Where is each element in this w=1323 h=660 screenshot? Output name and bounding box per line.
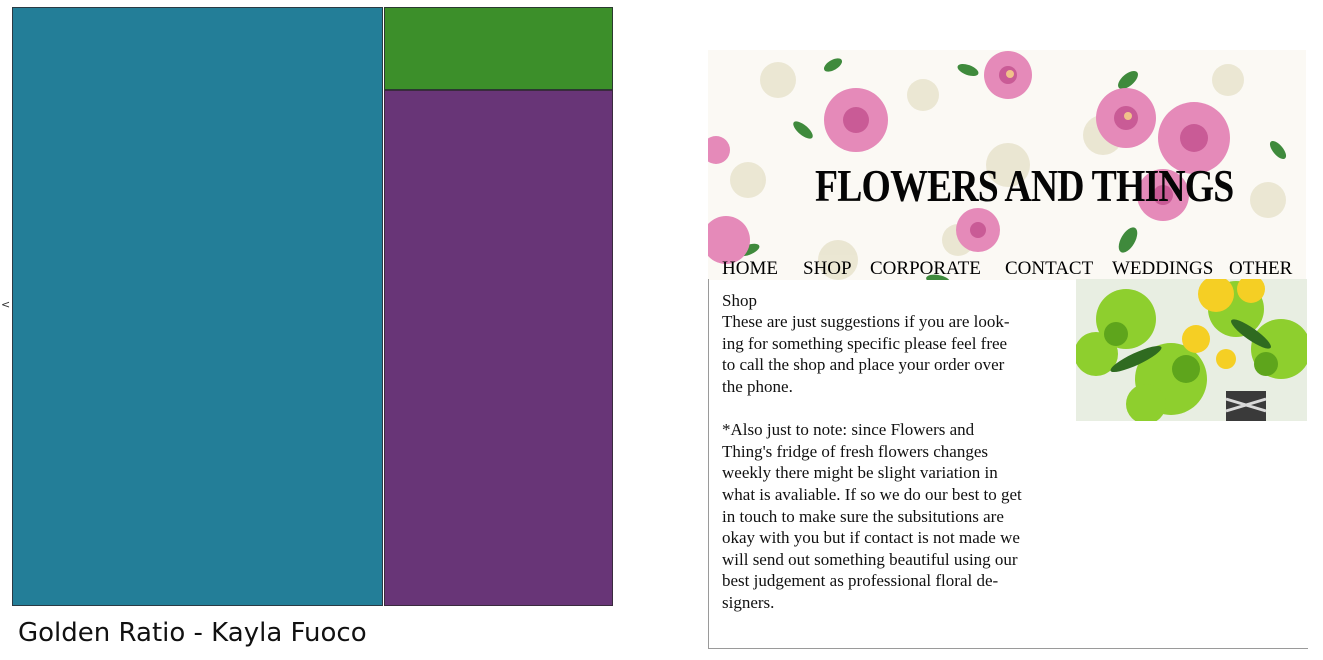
paragraph-line: Thing's fridge of fresh flowers changes: [722, 442, 989, 461]
paragraph-line: These are just suggestions if you are lo…: [722, 312, 1010, 331]
golden-ratio-teal-block: [12, 7, 383, 606]
nav-shop[interactable]: SHOP: [803, 259, 852, 279]
paragraph-line: will send out something beautiful using …: [722, 550, 1018, 569]
nav-corporate[interactable]: CORPORATE: [870, 259, 981, 279]
paragraph-line: weekly there might be slight variation i…: [722, 463, 998, 482]
nav-home[interactable]: HOME: [722, 259, 778, 279]
caption: Golden Ratio - Kayla Fuoco: [18, 618, 367, 648]
nav-other[interactable]: OTHER: [1229, 259, 1292, 279]
flower-arrangement-photo: [1076, 279, 1307, 421]
nav-weddings[interactable]: WEDDINGS: [1112, 259, 1213, 279]
paragraph-line: in touch to make sure the subsitutions a…: [722, 507, 1004, 526]
section-title: Shop: [722, 291, 757, 310]
paragraph-line: ing for something specific please feel f…: [722, 334, 1008, 353]
paragraph-line: what is avaliable. If so we do our best …: [722, 485, 1022, 504]
paragraph-line: signers.: [722, 593, 775, 612]
caret-marker: <: [1, 298, 11, 311]
site-title: FLOWERS AND THINGS: [815, 160, 1234, 211]
paragraph-line: best judgement as professional floral de…: [722, 571, 999, 590]
golden-ratio-purple-block: [384, 90, 613, 606]
paragraph-line: okay with you but if contact is not made…: [722, 528, 1020, 547]
paragraph-line: *Also just to note: since Flowers and: [722, 420, 975, 439]
paragraph-line: the phone.: [722, 377, 793, 396]
nav-contact[interactable]: CONTACT: [1005, 259, 1093, 279]
golden-ratio-green-block: [384, 7, 613, 90]
paragraph-line: to call the shop and place your order ov…: [722, 355, 1005, 374]
